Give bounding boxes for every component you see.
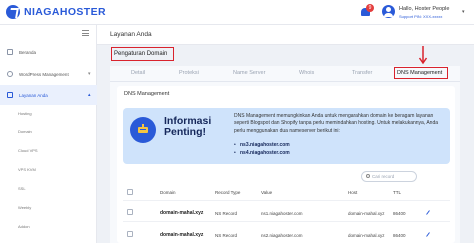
niagahoster-logo-icon (6, 5, 20, 19)
row-checkbox[interactable] (127, 209, 133, 215)
page-title: Layanan Anda (110, 31, 152, 38)
support-pin: Support PIN: XXX-xxxxx (399, 14, 443, 19)
column-header-ttl: TTL (393, 190, 402, 195)
user-name[interactable]: Hallo, Hoster People (399, 6, 449, 12)
notification-bell-icon[interactable]: 9 (361, 4, 374, 17)
table-row-value: ns2.niagahoster.com (261, 233, 303, 238)
sidebar-subitem-ssl[interactable]: SSL (18, 186, 26, 191)
sidebar-subitem-weebly[interactable]: Weebly (18, 205, 31, 210)
tab-transfer[interactable]: Transfer (352, 70, 372, 76)
avatar[interactable] (382, 5, 395, 18)
page-header: Layanan Anda (97, 25, 474, 45)
chevron-down-icon[interactable]: ▾ (462, 9, 465, 15)
column-header-host: Host (348, 190, 358, 195)
tab-whois[interactable]: Whois (299, 70, 314, 76)
chevron-up-icon: ▴ (88, 92, 91, 98)
lightbulb-icon (138, 124, 148, 133)
arrow-down-icon (418, 46, 428, 65)
sidebar-item-wordpress[interactable]: WordPress Management ▾ (0, 64, 97, 84)
select-all-checkbox[interactable] (127, 189, 133, 195)
sidebar-subitem-addon[interactable]: Addon (18, 224, 30, 229)
chevron-down-icon: ▾ (88, 71, 91, 77)
nameserver-2: ns4.niagahoster.com (240, 150, 290, 156)
table-row-host: domain-mahal.xyz (348, 211, 385, 216)
sidebar-item-layanan-anda[interactable]: Layanan Anda ▴ (0, 85, 97, 105)
top-bar: NIAGAHOSTER 9 Hallo, Hoster People Suppo… (0, 0, 474, 25)
row-divider (123, 200, 450, 201)
card-title: DNS Management (124, 91, 170, 97)
sidebar-item-label: Beranda (19, 49, 37, 55)
menu-icon[interactable] (82, 30, 89, 38)
column-header-domain: Domain (160, 190, 176, 195)
sidebar-subitem-vps-kvm[interactable]: VPS KVM (18, 167, 36, 172)
sidebar-subitem-cloud-vps[interactable]: Cloud VPS (18, 148, 38, 153)
info-heading: Informasi Penting! (164, 115, 212, 138)
table-row-domain: domain-mahal.xyz (160, 232, 204, 238)
home-icon (7, 49, 13, 55)
tab-proteksi[interactable]: Proteksi (179, 70, 199, 76)
table-row-ttl: 86400 (393, 211, 406, 216)
tab-detail[interactable]: Detail (131, 70, 145, 76)
sidebar-item-label: WordPress Management (19, 71, 69, 77)
search-icon (366, 174, 370, 178)
edit-icon[interactable] (426, 232, 430, 237)
sidebar-subitem-domain[interactable]: Domain (18, 129, 32, 134)
info-text: DNS Management memungkinkan Anda untuk m… (234, 113, 439, 134)
row-divider (123, 221, 450, 222)
sidebar-item-beranda[interactable]: Beranda (0, 42, 97, 62)
column-header-value: Value (261, 190, 273, 195)
sidebar: Beranda WordPress Management ▾ Layanan A… (0, 25, 97, 243)
section-title: Pengaturan Domain (114, 51, 168, 57)
sidebar-item-label: Layanan Anda (19, 92, 48, 98)
logo-text: NIAGAHOSTER (24, 6, 106, 18)
table-row-type: NS Record (215, 233, 238, 238)
edit-icon[interactable] (426, 210, 430, 215)
logo[interactable]: NIAGAHOSTER (6, 5, 106, 19)
table-row-type: NS Record (215, 211, 238, 216)
grid-icon (7, 92, 13, 98)
row-checkbox[interactable] (127, 231, 133, 237)
search-placeholder: Cari record (372, 174, 395, 179)
sidebar-subitem-hosting[interactable]: Hosting (18, 111, 32, 116)
notification-badge: 9 (366, 4, 374, 12)
table-row-value: ns1.niagahoster.com (261, 211, 303, 216)
tab-divider (110, 81, 460, 82)
tab-dns-management[interactable]: DNS Management (397, 70, 442, 76)
table-row-ttl: 86400 (393, 233, 406, 238)
tab-name-server[interactable]: Name Server (233, 70, 265, 76)
table-row-host: domain-mahal.xyz (348, 233, 385, 238)
column-header-record-type: Record Type (215, 190, 241, 195)
wordpress-icon (7, 71, 13, 77)
table-row-domain: domain-mahal.xyz (160, 210, 204, 216)
nameserver-1: ns3.niagahoster.com (240, 142, 290, 148)
